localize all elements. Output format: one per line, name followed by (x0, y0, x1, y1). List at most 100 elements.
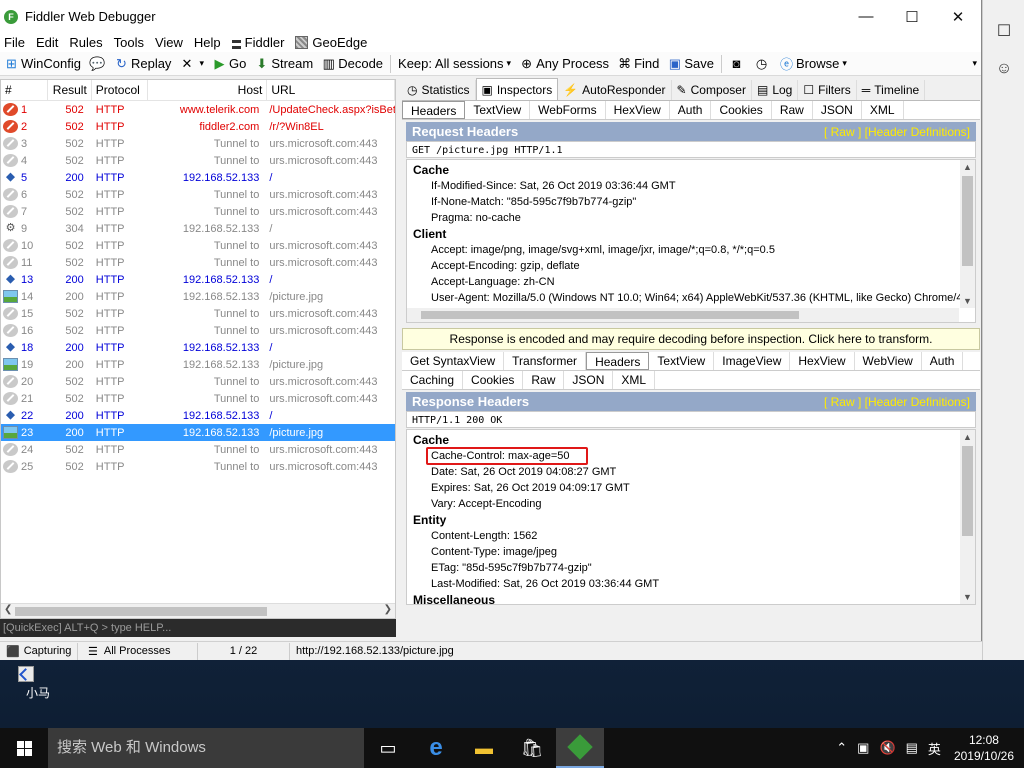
scroll-down-icon[interactable]: ▼ (963, 296, 972, 306)
store-icon[interactable]: 🛍 (508, 728, 556, 768)
scroll-up-icon[interactable]: ▲ (963, 162, 972, 172)
find-button[interactable]: ⌘ Find (613, 53, 663, 75)
title-bar[interactable]: F Fiddler Web Debugger — ☐ ✕ (0, 0, 981, 33)
request-header-links[interactable]: [ Raw ] [Header Definitions] (824, 125, 976, 139)
header-entry[interactable]: ETag: "85d-595c7f9b7b774-gzip" (407, 560, 975, 576)
any-process-button[interactable]: ⊕ Any Process (515, 53, 613, 75)
request-tab-auth[interactable]: Auth (670, 101, 712, 119)
tray-chevron-icon[interactable]: ⌃ (836, 740, 847, 756)
header-entry[interactable]: Vary: Accept-Encoding (407, 496, 975, 512)
response-tab-xml[interactable]: XML (613, 371, 656, 389)
close-button[interactable]: ✕ (935, 0, 981, 33)
response-tab-caching[interactable]: Caching (402, 371, 464, 389)
col-url-header[interactable]: URL (267, 80, 395, 101)
network-icon[interactable]: ▣ (857, 740, 869, 756)
people-icon[interactable]: ☺ (991, 58, 1017, 80)
session-row[interactable]: 10 502 HTTP Tunnel to urs.microsoft.com:443 (1, 237, 395, 254)
session-row[interactable]: 6 502 HTTP Tunnel to urs.microsoft.com:443 (1, 186, 395, 203)
start-button[interactable] (0, 728, 48, 768)
session-row[interactable]: 19 200 HTTP 192.168.52.133/picture.jpg (1, 356, 395, 373)
menu-help[interactable]: Help (190, 35, 228, 50)
comment-button[interactable]: 💬 (85, 53, 110, 75)
col-host-header[interactable]: Host (148, 80, 268, 101)
decode-button[interactable]: ▥ Decode (317, 53, 387, 75)
tab-composer[interactable]: ✎ Composer (672, 80, 752, 100)
header-entry[interactable]: Accept-Encoding: gzip, deflate (407, 258, 975, 274)
menu-edit[interactable]: Edit (32, 35, 65, 50)
request-tab-webforms[interactable]: WebForms (530, 101, 606, 119)
header-group[interactable]: Cache (407, 162, 975, 178)
header-entry[interactable]: Content-Length: 1562 (407, 528, 975, 544)
response-tab-imageview[interactable]: ImageView (714, 352, 791, 370)
session-row[interactable]: ◆ 13 200 HTTP 192.168.52.133 / (1, 271, 395, 288)
session-row[interactable]: 16 502 HTTP Tunnel to urs.microsoft.com:443 (1, 322, 395, 339)
desktop-shortcut[interactable]: 小马 (10, 666, 66, 710)
scrollbar-thumb[interactable] (15, 607, 267, 616)
menu-view[interactable]: View (151, 35, 190, 50)
request-tab-json[interactable]: JSON (813, 101, 862, 119)
session-row[interactable]: 21 502 HTTP Tunnel to urs.microsoft.com:443 (1, 390, 395, 407)
tab-log[interactable]: ▤ Log (752, 80, 799, 100)
file-explorer-icon[interactable]: ▬ (460, 728, 508, 768)
header-group[interactable]: Entity (407, 512, 975, 528)
header-entry[interactable]: Cache-Control: max-age=50 (407, 447, 975, 465)
menu-geoedge[interactable]: GeoEdge (291, 35, 374, 50)
save-button[interactable]: ▣ Save (663, 53, 718, 75)
capturing-toggle[interactable]: ⬛ Capturing (0, 642, 78, 660)
header-entry[interactable]: Pragma: no-cache (407, 210, 975, 226)
scroll-left-icon[interactable]: ❮ (4, 604, 12, 615)
menu-tools[interactable]: Tools (110, 35, 151, 50)
tab-filters[interactable]: ☐ Filters (798, 80, 857, 100)
menu-file[interactable]: File (0, 35, 32, 50)
replay-button[interactable]: ↻ Replay (110, 53, 175, 75)
screenshot-button[interactable]: ◙ (725, 53, 750, 75)
edge-browser-icon[interactable]: e (412, 728, 460, 768)
session-row[interactable]: 1 502 HTTP www.telerik.com/UpdateCheck.aspx… (1, 101, 395, 118)
session-row[interactable]: 15 502 HTTP Tunnel to urs.microsoft.com:443 (1, 305, 395, 322)
header-entry[interactable]: Expires: Sat, 26 Oct 2019 04:09:17 GMT (407, 480, 975, 496)
response-header-links[interactable]: [ Raw ] [Header Definitions] (824, 395, 976, 409)
response-tab-textview[interactable]: TextView (649, 352, 715, 370)
col-result-header[interactable]: Result (48, 80, 92, 101)
timer-button[interactable]: ◷ (750, 53, 775, 75)
fiddler-taskbar-icon[interactable] (556, 728, 604, 768)
session-row[interactable]: ◆ 18 200 HTTP 192.168.52.133 / (1, 339, 395, 356)
session-row[interactable]: 3 502 HTTP Tunnel to urs.microsoft.com:443 (1, 135, 395, 152)
response-tab-auth[interactable]: Auth (922, 352, 964, 370)
ime-indicator[interactable]: 英 (928, 739, 941, 758)
header-entry[interactable]: Last-Modified: Sat, 26 Oct 2019 03:36:44… (407, 576, 975, 592)
header-group[interactable]: Cache (407, 432, 975, 448)
response-tab-cookies[interactable]: Cookies (463, 371, 524, 389)
menu-rules[interactable]: Rules (65, 35, 109, 50)
session-row[interactable]: 2 502 HTTP fiddler2.com/r/?Win8EL (1, 118, 395, 135)
header-entry[interactable]: User-Agent: Mozilla/5.0 (Windows NT 10.0… (407, 290, 975, 306)
response-tab-raw[interactable]: Raw (523, 371, 565, 389)
scroll-down-icon[interactable]: ▼ (963, 592, 972, 602)
tab-autoresponder[interactable]: ⚡ AutoResponder (558, 80, 672, 100)
session-row[interactable]: 11 502 HTTP Tunnel to urs.microsoft.com:443 (1, 254, 395, 271)
request-tab-hexview[interactable]: HexView (606, 101, 670, 119)
session-list-horizontal-scrollbar[interactable]: ❮ ❯ (1, 603, 395, 618)
stream-button[interactable]: ⬇ Stream (250, 53, 317, 75)
quickexec-input[interactable]: [QuickExec] ALT+Q > type HELP... (0, 619, 396, 637)
response-tab-json[interactable]: JSON (564, 371, 614, 389)
header-group[interactable]: Miscellaneous (407, 592, 975, 604)
scrollbar-thumb[interactable] (962, 176, 973, 266)
remove-button[interactable]: ✕ ▾ (175, 53, 208, 75)
browse-button[interactable]: ⓔ Browse ▾ (775, 53, 851, 75)
response-tab-headers[interactable]: Headers (586, 352, 650, 370)
taskbar-search[interactable]: 搜索 Web 和 Windows (48, 728, 364, 768)
session-row[interactable]: 14 200 HTTP 192.168.52.133/picture.jpg (1, 288, 395, 305)
header-entry[interactable]: Accept-Language: zh-CN (407, 274, 975, 290)
tab-timeline[interactable]: ═ Timeline (857, 80, 926, 100)
volume-muted-icon[interactable]: 🔇 (879, 740, 895, 756)
response-tab-transformer[interactable]: Transformer (504, 352, 587, 370)
task-view-icon[interactable]: ▭ (364, 728, 412, 768)
winconfig-button[interactable]: ⊞ WinConfig (0, 53, 85, 75)
session-row[interactable]: 23 200 HTTP 192.168.52.133/picture.jpg (1, 424, 395, 441)
session-row[interactable]: ◆ 5 200 HTTP 192.168.52.133/ (1, 169, 395, 186)
clock[interactable]: 12:08 2019/10/26 (954, 732, 1014, 764)
vertical-scrollbar[interactable]: ▲ ▼ (960, 430, 975, 604)
request-tab-cookies[interactable]: Cookies (711, 101, 772, 119)
header-entry[interactable]: Accept: image/png, image/svg+xml, image/… (407, 242, 975, 258)
